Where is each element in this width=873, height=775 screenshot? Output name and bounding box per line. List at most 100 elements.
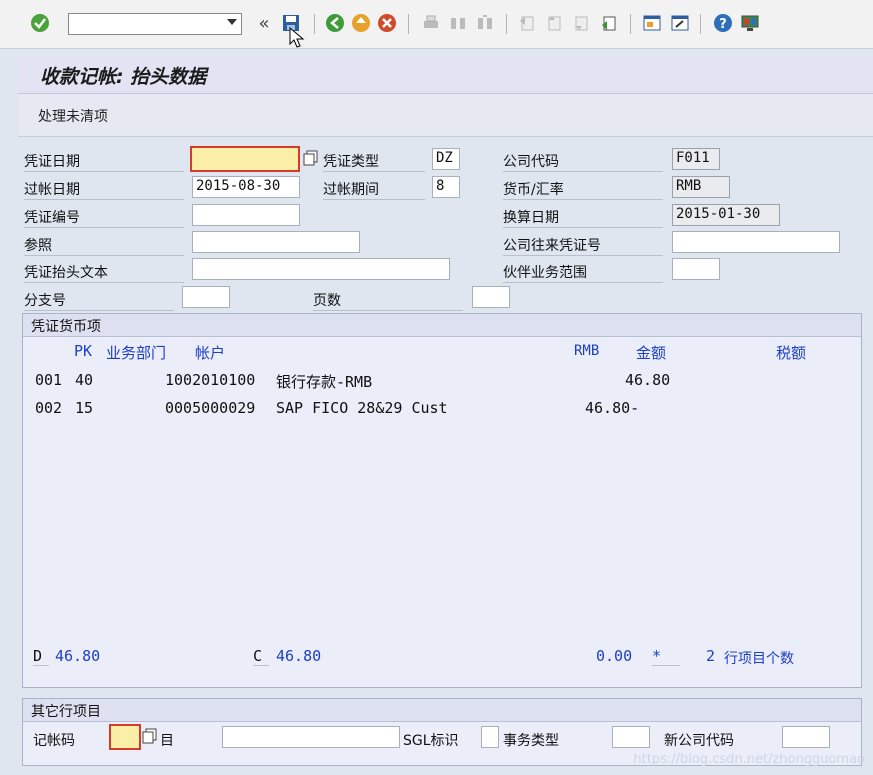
- standard-toolbar: « ?: [0, 0, 873, 49]
- row-account: 0005000029: [165, 399, 256, 417]
- exit-icon[interactable]: [350, 12, 372, 34]
- first-page-icon: [516, 12, 538, 34]
- group-title: 凭证货币项: [31, 319, 101, 335]
- debit-total: 46.80: [55, 647, 101, 665]
- doc-date-field[interactable]: [190, 146, 300, 172]
- doc-number-field[interactable]: [192, 204, 300, 226]
- doc-number-label: 凭证编号: [24, 207, 184, 228]
- sgl-indicator-label: SGL标识: [403, 733, 459, 749]
- page-title: 收款记帐: 抬头数据: [40, 66, 207, 88]
- credit-total: 46.80: [276, 647, 322, 665]
- intercompany-field[interactable]: [672, 231, 840, 253]
- double-chevron-left-icon[interactable]: «: [253, 12, 275, 34]
- period-field[interactable]: 8: [432, 176, 460, 198]
- open-items-button[interactable]: 处理未清项: [38, 106, 108, 126]
- row-description: 银行存款-RMB: [276, 373, 373, 391]
- row-amount: 46.80-: [585, 399, 640, 417]
- svg-text:?: ?: [719, 17, 727, 32]
- title-bar: 收款记帐: 抬头数据: [18, 57, 873, 94]
- toolbar-separator: [314, 14, 315, 34]
- currency-label: 货币/汇率: [503, 179, 663, 200]
- pages-label: 页数: [313, 290, 463, 311]
- col-header-tax: 税额: [776, 344, 807, 362]
- new-company-code-label: 新公司代码: [664, 733, 734, 749]
- find-next-icon: [474, 12, 496, 34]
- calendar-icon[interactable]: [303, 150, 319, 170]
- doc-currency-items-group: 凭证货币项: [22, 313, 862, 688]
- debit-label: D: [33, 647, 49, 666]
- branch-label: 分支号: [24, 290, 174, 311]
- item-count: 2: [706, 647, 716, 665]
- toolbar-separator: [408, 14, 409, 34]
- new-session-icon[interactable]: [641, 12, 663, 34]
- balance-status: *: [652, 647, 680, 666]
- row-number: 001: [35, 371, 63, 389]
- company-code-field: F011: [672, 148, 720, 170]
- company-code-label: 公司代码: [503, 151, 663, 172]
- doc-type-field[interactable]: DZ: [432, 148, 460, 170]
- header-text-field[interactable]: [192, 258, 450, 280]
- col-header-amount: 金额: [636, 344, 667, 362]
- layout-icon[interactable]: [739, 12, 761, 34]
- row-description: SAP FICO 28&29 Cust: [276, 399, 448, 417]
- sgl-indicator-field[interactable]: [481, 726, 499, 748]
- intercompany-label: 公司往来凭证号: [503, 235, 663, 256]
- reference-label: 参照: [24, 235, 184, 256]
- posting-key-label: 记帐码: [33, 733, 75, 749]
- find-icon: [447, 12, 469, 34]
- translation-date-field: 2015-01-30: [672, 204, 780, 226]
- doc-type-label: 凭证类型: [323, 151, 425, 172]
- row-posting-key: 15: [75, 399, 94, 417]
- account-field[interactable]: [222, 726, 400, 748]
- partner-ba-label: 伙伴业务范围: [503, 262, 663, 283]
- transaction-type-field[interactable]: [612, 726, 650, 748]
- back-icon[interactable]: [324, 12, 346, 34]
- new-company-code-field[interactable]: [782, 726, 830, 748]
- check-icon[interactable]: [29, 12, 51, 34]
- chevron-down-icon[interactable]: [227, 19, 237, 25]
- print-icon: [420, 12, 442, 34]
- possible-entries-icon[interactable]: [142, 728, 158, 748]
- group-title: 其它行项目: [31, 704, 101, 720]
- watermark: https://blog.csdn.net/zhongguomao: [633, 752, 865, 767]
- help-icon[interactable]: ?: [712, 12, 734, 34]
- col-header-account: 帐户: [195, 344, 226, 362]
- header-text-label: 凭证抬头文本: [24, 262, 184, 283]
- row-amount: 46.80: [625, 371, 671, 389]
- group-header: 凭证货币项: [23, 314, 861, 337]
- pages-field[interactable]: [472, 286, 510, 308]
- last-page-icon[interactable]: [598, 12, 620, 34]
- period-label: 过帐期间: [323, 179, 425, 200]
- posting-key-field[interactable]: [109, 724, 141, 750]
- posting-date-label: 过帐日期: [24, 179, 184, 200]
- col-header-pk: PK: [74, 342, 93, 360]
- toolbar-separator: [700, 14, 701, 34]
- item-count-label: 行项目个数: [724, 651, 794, 667]
- currency-field: RMB: [672, 176, 730, 198]
- toolbar-separator: [506, 14, 507, 34]
- transaction-type-label: 事务类型: [503, 733, 559, 749]
- group-header: 其它行项目: [23, 699, 861, 722]
- row-account: 1002010100: [165, 371, 256, 389]
- cancel-icon[interactable]: [376, 12, 398, 34]
- row-number: 002: [35, 399, 63, 417]
- application-toolbar: 处理未清项: [18, 94, 873, 137]
- command-field[interactable]: [68, 13, 242, 35]
- posting-date-field[interactable]: 2015-08-30: [192, 176, 300, 198]
- branch-field[interactable]: [182, 286, 230, 308]
- credit-label: C: [253, 647, 269, 666]
- account-label: 目: [160, 733, 174, 749]
- row-posting-key: 40: [75, 371, 94, 389]
- translation-date-label: 换算日期: [503, 207, 663, 228]
- mouse-cursor-icon: [289, 26, 305, 53]
- col-header-currency: RMB: [574, 343, 600, 359]
- partner-ba-field[interactable]: [672, 258, 720, 280]
- doc-date-label: 凭证日期: [24, 151, 184, 172]
- toolbar-separator: [630, 14, 631, 34]
- next-page-icon: [570, 12, 592, 34]
- reference-field[interactable]: [192, 231, 360, 253]
- balance-value: 0.00: [596, 647, 633, 665]
- prev-page-icon: [543, 12, 565, 34]
- shortcut-icon[interactable]: [669, 12, 691, 34]
- col-header-business-area: 业务部门: [106, 344, 167, 362]
